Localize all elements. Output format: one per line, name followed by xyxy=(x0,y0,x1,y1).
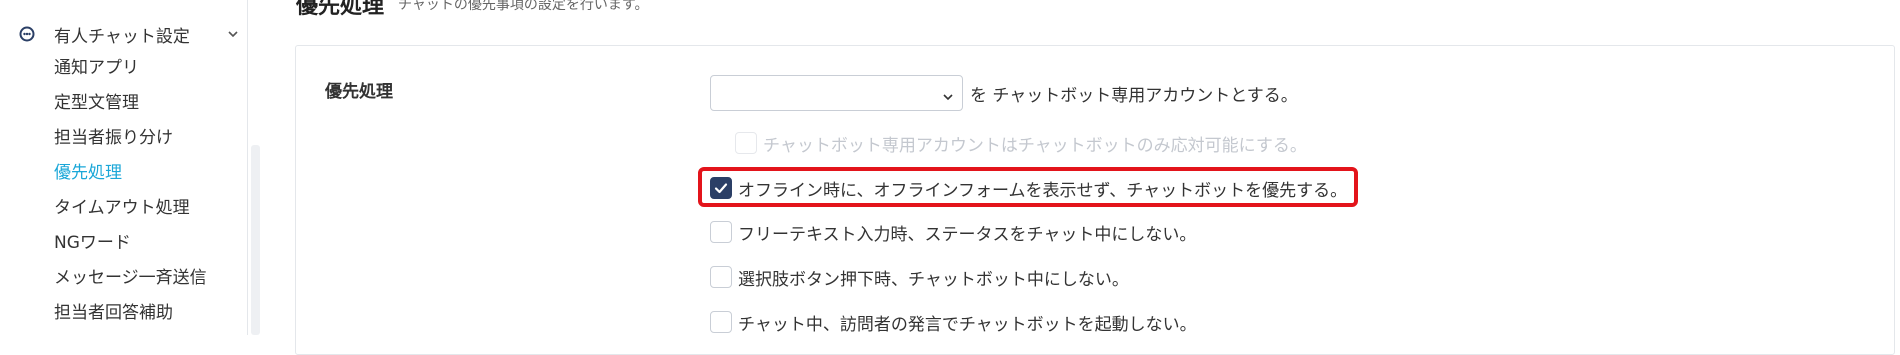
option-chatbot-only: チャットボット専用アカウントはチャットボットのみ応対可能にする。 xyxy=(735,130,1307,156)
option-choice-button[interactable]: 選択肢ボタン押下時、チャットボット中にしない。 xyxy=(710,264,1129,290)
sidebar-item-broadcast[interactable]: メッセージ一斉送信 xyxy=(54,266,207,290)
sidebar-item-ng-words[interactable]: NGワード xyxy=(54,231,131,255)
sidebar-scrollbar[interactable] xyxy=(251,145,260,335)
option-label: フリーテキスト入力時、ステータスをチャット中にしない。 xyxy=(738,224,1197,245)
sidebar-group-chat-settings[interactable]: 有人チャット設定 xyxy=(18,22,240,47)
chat-bubble-icon xyxy=(18,25,36,43)
option-label: チャットボット専用アカウントはチャットボットのみ応対可能にする。 xyxy=(763,135,1307,156)
page-subtitle: チャットの優先事項の設定を行います。 xyxy=(398,0,649,13)
section-label: 優先処理 xyxy=(325,82,393,102)
option-label: 選択肢ボタン押下時、チャットボット中にしない。 xyxy=(738,269,1129,290)
option-label: チャット中、訪問者の発言でチャットボットを起動しない。 xyxy=(738,314,1197,335)
checkbox xyxy=(735,132,757,154)
sidebar-item-notification-app[interactable]: 通知アプリ xyxy=(54,56,139,80)
chatbot-account-select[interactable] xyxy=(710,75,963,111)
sidebar: 有人チャット設定 通知アプリ 定型文管理 担当者振り分け 優先処理 タイムアウト… xyxy=(0,0,248,335)
select-suffix-text: を チャットボット専用アカウントとする。 xyxy=(970,86,1298,106)
sidebar-item-reply-assist[interactable]: 担当者回答補助 xyxy=(54,301,173,325)
option-free-text[interactable]: フリーテキスト入力時、ステータスをチャット中にしない。 xyxy=(710,219,1196,245)
checkbox[interactable] xyxy=(710,221,732,243)
highlight-annotation xyxy=(698,167,1358,207)
chevron-down-icon xyxy=(942,88,954,101)
sidebar-item-timeout[interactable]: タイムアウト処理 xyxy=(54,196,190,220)
sidebar-group-label: 有人チャット設定 xyxy=(54,26,190,47)
option-visitor-message[interactable]: チャット中、訪問者の発言でチャットボットを起動しない。 xyxy=(710,309,1197,335)
sidebar-item-assignment[interactable]: 担当者振り分け xyxy=(54,126,173,150)
chevron-down-icon[interactable] xyxy=(226,27,240,41)
checkbox[interactable] xyxy=(710,266,732,288)
sidebar-item-template-management[interactable]: 定型文管理 xyxy=(54,91,139,115)
checkbox[interactable] xyxy=(710,311,732,333)
page-title: 優先処理 xyxy=(296,0,385,19)
sidebar-item-priority[interactable]: 優先処理 xyxy=(54,161,122,185)
